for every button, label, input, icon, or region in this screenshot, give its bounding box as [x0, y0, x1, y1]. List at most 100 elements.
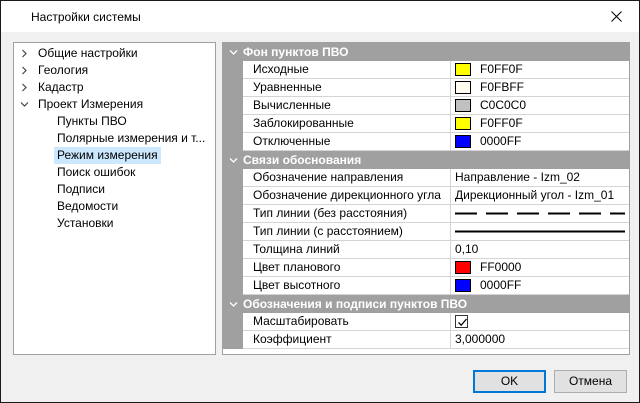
- tree-item[interactable]: Проект Измерения: [14, 96, 215, 113]
- property-value-cell[interactable]: F0FF0F: [452, 61, 629, 78]
- cancel-button[interactable]: Отмена: [554, 370, 627, 393]
- color-swatch[interactable]: [455, 279, 471, 292]
- property-name: Тип линии (без расстояния): [243, 205, 451, 222]
- property-value-cell[interactable]: FF0000: [452, 259, 629, 276]
- color-swatch[interactable]: [455, 135, 471, 148]
- window-title: Настройки системы: [31, 10, 141, 24]
- property-value-cell[interactable]: Направление - Izm_02: [452, 169, 629, 186]
- property-value-cell[interactable]: 0000FF: [452, 277, 629, 294]
- tree-item[interactable]: Пункты ПВО: [14, 113, 215, 130]
- row-gutter: [223, 169, 243, 187]
- color-swatch[interactable]: [455, 81, 471, 94]
- scale-checkbox[interactable]: [455, 315, 468, 328]
- tree-item-label: Режим измерения: [54, 147, 161, 164]
- tree-item[interactable]: Поиск ошибок: [14, 164, 215, 181]
- tree-item-label: Подписи: [57, 182, 105, 196]
- tree-item[interactable]: Геология: [14, 62, 215, 79]
- settings-dialog: Настройки системы Общие настройки Геологи…: [0, 0, 640, 403]
- chevron-down-icon[interactable]: [18, 96, 30, 113]
- color-value: 0000FF: [480, 278, 522, 292]
- category-title: Фон пунктов ПВО: [243, 45, 349, 59]
- property-row[interactable]: Цвет планового FF0000: [223, 259, 629, 277]
- tree-item[interactable]: Кадастр: [14, 79, 215, 96]
- property-grid[interactable]: Фон пунктов ПВО Исходные F0FF0F Уравненные F…: [222, 42, 630, 355]
- tree-item-label: Пункты ПВО: [57, 114, 127, 128]
- row-gutter: [223, 277, 243, 295]
- row-gutter: [223, 259, 243, 277]
- title-bar[interactable]: Настройки системы: [1, 1, 639, 32]
- tree-item-label: Поиск ошибок: [57, 165, 136, 179]
- tree-item-label: Полярные измерения и т...: [57, 131, 206, 145]
- property-name: Исходные: [243, 61, 451, 78]
- property-value-cell[interactable]: Дирекционный угол - Izm_01: [452, 187, 629, 204]
- chevron-right-icon[interactable]: [18, 62, 30, 79]
- row-gutter: [223, 79, 243, 97]
- property-row[interactable]: Тип линии (с расстоянием): [223, 223, 629, 241]
- color-value: C0C0C0: [480, 98, 527, 112]
- property-name: Толщина линий: [243, 241, 451, 258]
- color-swatch[interactable]: [455, 261, 471, 274]
- property-value-cell[interactable]: 0000FF: [452, 133, 629, 150]
- property-value-cell[interactable]: 3,000000: [452, 331, 629, 348]
- tree-item[interactable]: Ведомости: [14, 198, 215, 215]
- color-value: FF0000: [480, 260, 522, 274]
- row-gutter: [223, 115, 243, 133]
- line-style-sample[interactable]: [455, 223, 625, 240]
- property-value: 0,10: [455, 242, 479, 256]
- row-gutter: [223, 97, 243, 115]
- color-value: F0FF0F: [480, 116, 523, 130]
- chevron-right-icon[interactable]: [18, 45, 30, 62]
- property-value-cell[interactable]: F0FF0F: [452, 115, 629, 132]
- chevron-down-icon[interactable]: [227, 295, 239, 313]
- category-header[interactable]: Фон пунктов ПВО: [223, 43, 629, 61]
- tree-item[interactable]: Режим измерения: [14, 147, 215, 164]
- row-gutter: [223, 331, 243, 349]
- property-value-cell[interactable]: C0C0C0: [452, 97, 629, 114]
- ok-button[interactable]: OK: [473, 370, 546, 393]
- property-row[interactable]: Уравненные F0FBFF: [223, 79, 629, 97]
- property-row[interactable]: Заблокированные F0FF0F: [223, 115, 629, 133]
- chevron-down-icon[interactable]: [227, 151, 239, 169]
- property-value: Дирекционный угол - Izm_01: [455, 188, 615, 202]
- color-swatch[interactable]: [455, 117, 471, 130]
- property-name: Отключенные: [243, 133, 451, 150]
- property-row[interactable]: Тип линии (без расстояния): [223, 205, 629, 223]
- tree-item[interactable]: Установки: [14, 215, 215, 232]
- color-swatch[interactable]: [455, 63, 471, 76]
- tree-item-label: Ведомости: [57, 199, 119, 213]
- property-row[interactable]: Вычисленные C0C0C0: [223, 97, 629, 115]
- chevron-right-icon[interactable]: [18, 79, 30, 96]
- property-value-cell[interactable]: F0FBFF: [452, 79, 629, 96]
- color-swatch[interactable]: [455, 99, 471, 112]
- property-row[interactable]: Толщина линий 0,10: [223, 241, 629, 259]
- property-value-cell[interactable]: [452, 205, 629, 222]
- tree-item[interactable]: Полярные измерения и т...: [14, 130, 215, 147]
- property-value-cell[interactable]: [452, 223, 629, 240]
- row-gutter: [223, 205, 243, 223]
- tree-item-label: Общие настройки: [38, 46, 138, 60]
- tree-item-label: Геология: [38, 63, 89, 77]
- property-row[interactable]: Коэффициент 3,000000: [223, 331, 629, 349]
- category-header[interactable]: Связи обоснования: [223, 151, 629, 169]
- category-title: Обозначения и подписи пунктов ПВО: [243, 297, 468, 311]
- close-icon: [610, 11, 622, 22]
- category-header[interactable]: Обозначения и подписи пунктов ПВО: [223, 295, 629, 313]
- property-value: 3,000000: [455, 332, 506, 346]
- property-name: Цвет высотного: [243, 277, 451, 294]
- close-button[interactable]: [593, 1, 639, 32]
- property-row[interactable]: Отключенные 0000FF: [223, 133, 629, 151]
- property-name: Уравненные: [243, 79, 451, 96]
- tree-item[interactable]: Общие настройки: [14, 45, 215, 62]
- chevron-down-icon[interactable]: [227, 43, 239, 61]
- settings-tree[interactable]: Общие настройки Геология Кадастр Проект Изм…: [13, 42, 216, 355]
- property-row[interactable]: Исходные F0FF0F: [223, 61, 629, 79]
- property-row[interactable]: Цвет высотного 0000FF: [223, 277, 629, 295]
- property-row[interactable]: Масштабировать: [223, 313, 629, 331]
- property-value-cell[interactable]: 0,10: [452, 241, 629, 258]
- property-name: Заблокированные: [243, 115, 451, 132]
- property-row[interactable]: Обозначение дирекционного угла Дирекционн…: [223, 187, 629, 205]
- tree-item[interactable]: Подписи: [14, 181, 215, 198]
- property-row[interactable]: Обозначение направления Направление - Izm…: [223, 169, 629, 187]
- line-style-sample[interactable]: [455, 205, 625, 222]
- property-value-cell[interactable]: [452, 313, 629, 330]
